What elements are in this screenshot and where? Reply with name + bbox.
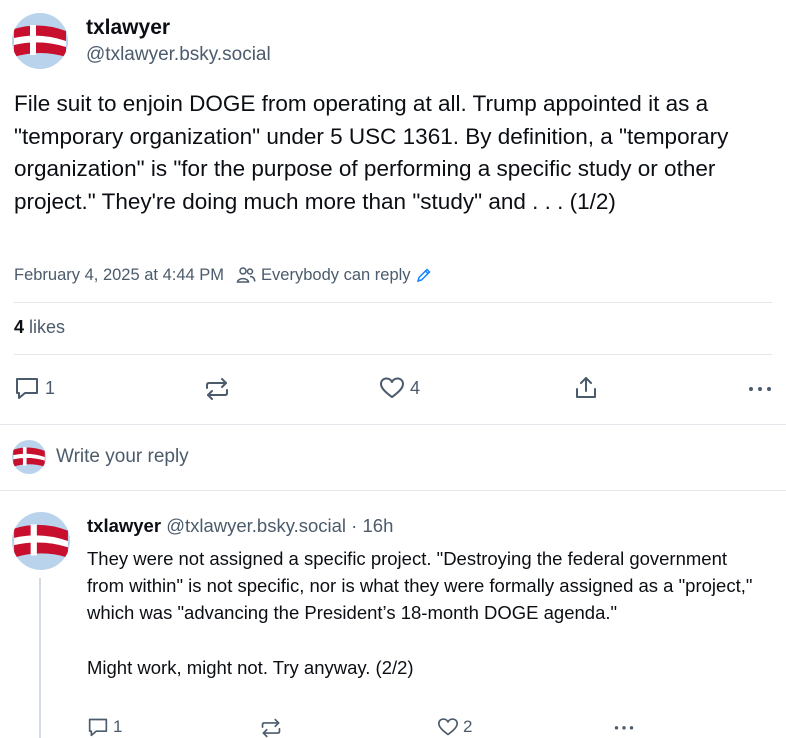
reply-author-avatar[interactable] <box>12 512 70 570</box>
post-text: File suit to enjoin DOGE from operating … <box>14 91 729 214</box>
reply-input-placeholder[interactable]: Write your reply <box>56 446 189 468</box>
like-icon <box>380 377 404 398</box>
reply-author-name[interactable]: txlawyer <box>87 515 161 536</box>
pencil-icon <box>416 268 431 283</box>
thread-line <box>39 578 41 738</box>
post-meta: February 4, 2025 at 4:44 PM Everybody ca… <box>14 263 437 287</box>
repost-icon <box>261 718 281 738</box>
reply-author-handle[interactable]: @txlawyer.bsky.social <box>166 515 346 536</box>
reply-age[interactable]: 16h <box>363 515 394 536</box>
likes-count: 4 <box>14 317 25 337</box>
reply-header: txlawyer @txlawyer.bsky.social · 16h <box>87 515 393 537</box>
people-icon <box>236 267 256 283</box>
author-avatar[interactable] <box>12 13 68 69</box>
repost-icon <box>206 378 228 400</box>
reply-composer[interactable]: Write your reply <box>12 440 189 474</box>
reply-more-options-button[interactable] <box>612 717 636 737</box>
divider <box>14 354 772 355</box>
author-name[interactable]: txlawyer <box>86 16 170 40</box>
like-icon <box>438 718 458 736</box>
own-avatar <box>12 440 46 474</box>
reply-reply-button[interactable]: 1 <box>87 717 122 737</box>
like-count: 4 <box>410 377 421 398</box>
reply-repost-button[interactable] <box>260 717 282 738</box>
divider <box>0 490 786 491</box>
reply-like-count: 2 <box>463 717 473 736</box>
share-icon <box>576 377 596 398</box>
reply-reply-count: 1 <box>113 717 123 736</box>
reply-icon <box>16 378 38 399</box>
likes-summary[interactable]: 4 likes <box>14 317 65 338</box>
reply-button[interactable]: 1 <box>14 376 55 400</box>
more-icon <box>749 387 771 391</box>
reply-separator: · <box>346 515 363 536</box>
reply-like-button[interactable]: 2 <box>437 717 472 737</box>
post-timestamp[interactable]: February 4, 2025 at 4:44 PM <box>14 266 224 285</box>
reply-text: They were not assigned a specific projec… <box>87 548 753 678</box>
share-button[interactable] <box>573 375 599 401</box>
likes-label: likes <box>24 317 66 337</box>
reply-count: 1 <box>45 377 56 398</box>
divider <box>14 302 772 303</box>
divider <box>0 424 786 425</box>
reply-icon <box>88 718 108 737</box>
more-options-button[interactable] <box>747 376 773 400</box>
like-button[interactable]: 4 <box>379 376 420 400</box>
reply-setting[interactable]: Everybody can reply <box>236 266 437 285</box>
author-handle[interactable]: @txlawyer.bsky.social <box>86 44 271 66</box>
reply-setting-label: Everybody can reply <box>261 265 411 284</box>
more-icon <box>614 726 634 730</box>
repost-button[interactable] <box>204 376 230 402</box>
